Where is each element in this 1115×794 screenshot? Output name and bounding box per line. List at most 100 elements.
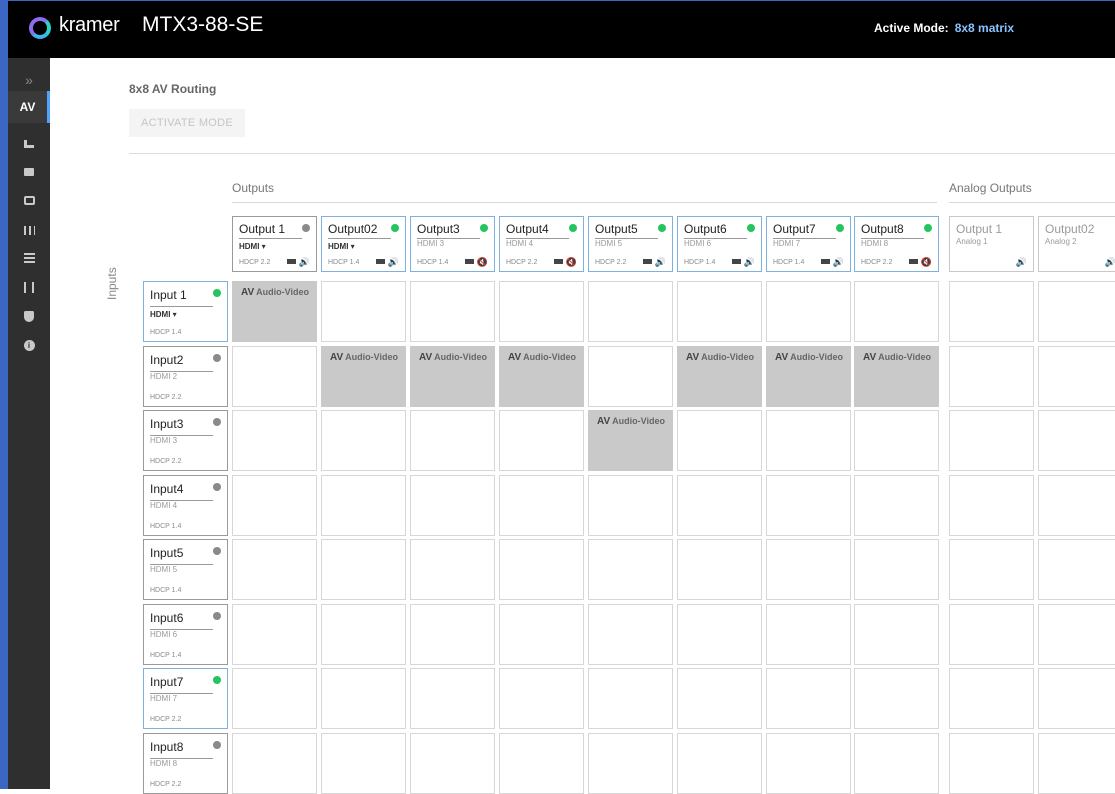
analog-routing-cell[interactable] <box>949 410 1034 471</box>
routing-cell[interactable] <box>410 539 495 600</box>
routing-cell[interactable] <box>232 410 317 471</box>
analog-routing-cell[interactable] <box>1038 410 1115 471</box>
routing-cell[interactable] <box>232 346 317 407</box>
analog-routing-cell[interactable] <box>1038 604 1115 665</box>
routing-cell[interactable] <box>321 539 406 600</box>
output-card[interactable]: Output3HDMI 3HDCP 1.4🔇 <box>410 216 495 272</box>
routing-cell[interactable] <box>499 733 584 794</box>
routing-cell[interactable] <box>854 668 939 729</box>
analog-output-card[interactable]: Output02Analog 2🔊 <box>1038 216 1115 272</box>
routing-cell[interactable] <box>677 281 762 342</box>
routing-cell[interactable] <box>499 475 584 536</box>
video-camera-icon[interactable] <box>909 259 918 264</box>
speaker-muted-icon[interactable]: 🔇 <box>566 258 577 267</box>
routing-cell[interactable] <box>677 410 762 471</box>
routing-cell-active[interactable]: AVAudio-Video <box>854 346 939 407</box>
routing-cell[interactable] <box>410 475 495 536</box>
input-card[interactable]: Input8HDMI 8HDCP 2.2 <box>143 733 228 794</box>
routing-cell[interactable] <box>588 539 673 600</box>
analog-routing-cell[interactable] <box>949 539 1034 600</box>
routing-cell[interactable] <box>410 733 495 794</box>
sidebar-item-info[interactable]: i <box>8 329 50 361</box>
output-card[interactable]: Output02HDMI ▾HDCP 1.4🔊 <box>321 216 406 272</box>
routing-cell[interactable] <box>854 733 939 794</box>
analog-routing-cell[interactable] <box>1038 346 1115 407</box>
routing-cell[interactable] <box>588 733 673 794</box>
routing-cell[interactable] <box>766 668 851 729</box>
speaker-icon[interactable]: 🔊 <box>833 258 844 267</box>
routing-cell[interactable] <box>499 410 584 471</box>
routing-cell[interactable] <box>854 604 939 665</box>
routing-cell[interactable] <box>410 604 495 665</box>
routing-cell-active[interactable]: AVAudio-Video <box>766 346 851 407</box>
input-card[interactable]: Input3HDMI 3HDCP 2.2 <box>143 410 228 471</box>
speaker-icon[interactable]: 🔊 <box>655 258 666 267</box>
speaker-icon[interactable]: 🔊 <box>299 258 310 267</box>
routing-cell[interactable] <box>588 346 673 407</box>
input-card[interactable]: Input 1HDMI ▾HDCP 1.4 <box>143 281 228 342</box>
output-card[interactable]: Output8HDMI 8HDCP 2.2🔇 <box>854 216 939 272</box>
video-camera-icon[interactable] <box>554 259 563 264</box>
input-card[interactable]: Input5HDMI 5HDCP 1.4 <box>143 539 228 600</box>
input-signal-dropdown[interactable]: HDMI ▾ <box>150 310 177 319</box>
routing-cell[interactable] <box>321 281 406 342</box>
routing-cell[interactable] <box>232 539 317 600</box>
video-camera-icon[interactable] <box>643 259 652 264</box>
routing-cell-active[interactable]: AVAudio-Video <box>321 346 406 407</box>
analog-routing-cell[interactable] <box>949 475 1034 536</box>
routing-cell[interactable] <box>677 475 762 536</box>
sidebar-item-monitor[interactable] <box>8 184 50 216</box>
analog-routing-cell[interactable] <box>949 346 1034 407</box>
output-card[interactable]: Output 1HDMI ▾HDCP 2.2🔊 <box>232 216 317 272</box>
routing-cell[interactable] <box>410 410 495 471</box>
output-card[interactable]: Output4HDMI 4HDCP 2.2🔇 <box>499 216 584 272</box>
speaker-icon[interactable]: 🔊 <box>1016 258 1027 267</box>
output-card[interactable]: Output6HDMI 6HDCP 1.4🔊 <box>677 216 762 272</box>
routing-cell[interactable] <box>766 733 851 794</box>
routing-cell[interactable] <box>321 604 406 665</box>
routing-cell[interactable] <box>499 668 584 729</box>
routing-cell[interactable] <box>854 475 939 536</box>
input-card[interactable]: Input7HDMI 7HDCP 2.2 <box>143 668 228 729</box>
routing-cell[interactable] <box>588 281 673 342</box>
routing-cell[interactable] <box>232 475 317 536</box>
routing-cell-active[interactable]: AVAudio-Video <box>232 281 317 342</box>
analog-output-card[interactable]: Output 1Analog 1🔊 <box>949 216 1034 272</box>
routing-cell[interactable] <box>854 410 939 471</box>
routing-cell[interactable] <box>766 604 851 665</box>
sidebar-item-av[interactable]: AV <box>8 91 50 123</box>
routing-cell[interactable] <box>499 604 584 665</box>
routing-cell-active[interactable]: AVAudio-Video <box>588 410 673 471</box>
analog-routing-cell[interactable] <box>949 733 1034 794</box>
routing-cell[interactable] <box>766 410 851 471</box>
routing-cell[interactable] <box>410 281 495 342</box>
routing-cell-active[interactable]: AVAudio-Video <box>499 346 584 407</box>
speaker-icon[interactable]: 🔊 <box>744 258 755 267</box>
routing-cell[interactable] <box>677 539 762 600</box>
speaker-muted-icon[interactable]: 🔇 <box>477 258 488 267</box>
video-camera-icon[interactable] <box>287 259 296 264</box>
routing-cell[interactable] <box>588 604 673 665</box>
input-card[interactable]: Input4HDMI 4HDCP 1.4 <box>143 475 228 536</box>
routing-cell[interactable] <box>588 668 673 729</box>
routing-cell[interactable] <box>232 733 317 794</box>
routing-cell[interactable] <box>321 410 406 471</box>
routing-cell[interactable] <box>766 475 851 536</box>
routing-cell[interactable] <box>321 668 406 729</box>
routing-cell[interactable] <box>321 733 406 794</box>
routing-cell[interactable] <box>499 539 584 600</box>
speaker-icon[interactable]: 🔊 <box>1105 258 1115 267</box>
output-card[interactable]: Output5HDMI 5HDCP 2.2🔊 <box>588 216 673 272</box>
analog-routing-cell[interactable] <box>949 668 1034 729</box>
video-camera-icon[interactable] <box>465 259 474 264</box>
video-camera-icon[interactable] <box>821 259 830 264</box>
sidebar-item-grid[interactable] <box>8 242 50 274</box>
routing-cell[interactable] <box>588 475 673 536</box>
routing-cell[interactable] <box>854 281 939 342</box>
input-card[interactable]: Input6HDMI 6HDCP 1.4 <box>143 604 228 665</box>
speaker-muted-icon[interactable]: 🔇 <box>921 258 932 267</box>
output-card[interactable]: Output7HDMI 7HDCP 1.4🔊 <box>766 216 851 272</box>
analog-routing-cell[interactable] <box>1038 281 1115 342</box>
speaker-icon[interactable]: 🔊 <box>388 258 399 267</box>
video-camera-icon[interactable] <box>732 259 741 264</box>
